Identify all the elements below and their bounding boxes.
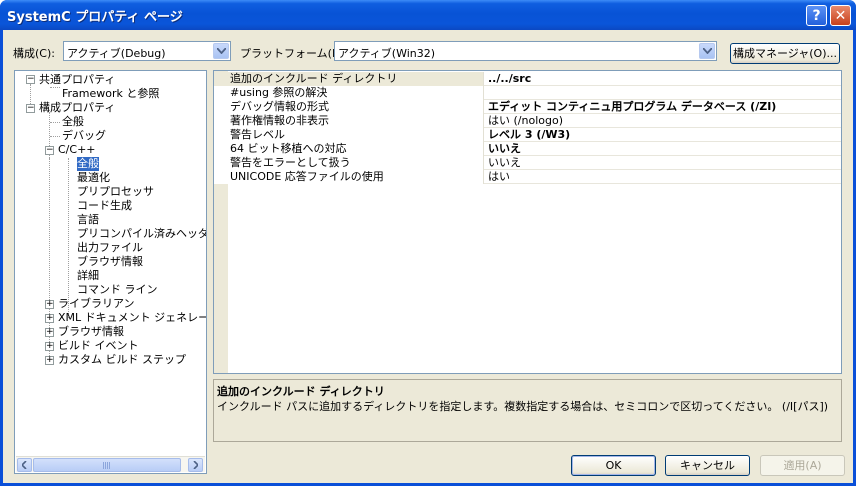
property-name: #using 参照の解決 [214, 86, 484, 100]
property-name: 64 ビット移植への対応 [214, 142, 484, 156]
scroll-left-button[interactable] [17, 458, 32, 472]
property-row[interactable]: 警告をエラーとして扱う いいえ [214, 156, 841, 170]
property-row[interactable]: 追加のインクルード ディレクトリ ../../src [214, 72, 841, 86]
tree-item-cpp[interactable]: C/C++ [58, 143, 96, 157]
property-row[interactable]: #using 参照の解決 [214, 86, 841, 100]
property-value[interactable]: エディット コンティニュ用プログラム データベース (/ZI) [486, 100, 841, 114]
dialog-client-area: 構成(C): アクティブ(Debug) プラットフォーム(P): アクティブ(W… [3, 30, 853, 483]
tree-item-advanced[interactable]: 詳細 [77, 269, 99, 283]
tree-horizontal-scrollbar[interactable] [16, 456, 205, 472]
description-title: 追加のインクルード ディレクトリ [217, 385, 385, 398]
apply-button[interactable]: 適用(A) [760, 455, 845, 476]
expand-icon[interactable]: + [45, 300, 54, 309]
chevron-right-icon [193, 461, 198, 469]
description-body: インクルード パスに追加するディレクトリを指定します。複数指定する場合は、セミコ… [217, 400, 829, 413]
expand-icon[interactable]: + [45, 328, 54, 337]
tree-item-xml-doc-generator[interactable]: XML ドキュメント ジェネレータ [58, 311, 206, 325]
property-value[interactable]: レベル 3 (/W3) [486, 128, 841, 142]
configuration-manager-button[interactable]: 構成マネージャ(O)... [730, 43, 840, 64]
property-name: 著作権情報の非表示 [214, 114, 484, 128]
tree-item-optimization[interactable]: 最適化 [77, 171, 110, 185]
scroll-right-button[interactable] [188, 458, 203, 472]
property-name: デバッグ情報の形式 [214, 100, 484, 114]
chevron-left-icon [22, 461, 27, 469]
collapse-icon[interactable]: − [26, 104, 35, 113]
tree-item-framework[interactable]: Framework と参照 [62, 87, 159, 101]
tree-item-language[interactable]: 言語 [77, 213, 99, 227]
tree-item-cpp-general[interactable]: 全般 [77, 157, 99, 171]
expand-icon[interactable]: + [45, 314, 54, 323]
tree-item-command-line[interactable]: コマンド ライン [77, 283, 158, 297]
category-tree[interactable]: − 共通プロパティ Framework と参照 − 構成プロパティ 全般 デバッ… [14, 70, 207, 474]
property-name: 警告をエラーとして扱う [214, 156, 484, 170]
window-title: SystemC プロパティ ページ [7, 10, 183, 25]
property-row[interactable]: 64 ビット移植への対応 いいえ [214, 142, 841, 156]
property-row[interactable]: 警告レベル レベル 3 (/W3) [214, 128, 841, 142]
chevron-down-icon[interactable] [213, 43, 229, 59]
help-icon: ? [812, 7, 821, 24]
property-pages-window: SystemC プロパティ ページ ? ✕ 構成(C): アクティブ(Debug… [0, 0, 856, 486]
configuration-label: 構成(C): [13, 47, 55, 60]
tree-item-custom-build-step[interactable]: カスタム ビルド ステップ [58, 353, 186, 367]
ok-button[interactable]: OK [571, 455, 656, 476]
tree-item-preprocessor[interactable]: プリプロセッサ [77, 185, 154, 199]
tree-item-output-files[interactable]: 出力ファイル [77, 241, 143, 255]
tree-item-common-properties[interactable]: 共通プロパティ [39, 73, 115, 87]
property-name: UNICODE 応答ファイルの使用 [214, 170, 484, 184]
configuration-value: アクティブ(Debug) [67, 47, 166, 60]
tree-item-code-generation[interactable]: コード生成 [77, 199, 132, 213]
description-panel: 追加のインクルード ディレクトリ インクルード パスに追加するディレクトリを指定… [213, 379, 842, 442]
expand-icon[interactable]: + [45, 342, 54, 351]
property-name: 警告レベル [214, 128, 484, 142]
property-value[interactable]: いいえ [486, 156, 841, 170]
tree-item-build-events[interactable]: ビルド イベント [58, 339, 139, 353]
configuration-combo[interactable]: アクティブ(Debug) [63, 41, 231, 61]
property-row[interactable]: UNICODE 応答ファイルの使用 はい [214, 170, 841, 184]
platform-combo[interactable]: アクティブ(Win32) [334, 41, 717, 61]
tree-item-browse-information-2[interactable]: ブラウザ情報 [58, 325, 124, 339]
close-button[interactable]: ✕ [830, 5, 851, 26]
property-value[interactable]: ../../src [486, 72, 841, 86]
tree-item-configuration-properties[interactable]: 構成プロパティ [39, 101, 115, 115]
property-value[interactable] [486, 86, 841, 100]
collapse-icon[interactable]: − [26, 75, 35, 84]
property-row[interactable]: デバッグ情報の形式 エディット コンティニュ用プログラム データベース (/ZI… [214, 100, 841, 114]
platform-value: アクティブ(Win32) [338, 47, 436, 60]
expand-icon[interactable]: + [45, 356, 54, 365]
property-row[interactable]: 著作権情報の非表示 はい (/nologo) [214, 114, 841, 128]
collapse-icon[interactable]: − [45, 146, 54, 155]
tree-item-browse-information[interactable]: ブラウザ情報 [77, 255, 143, 269]
close-icon: ✕ [834, 7, 847, 24]
tree-item-librarian[interactable]: ライブラリアン [58, 297, 135, 311]
chevron-down-icon[interactable] [699, 43, 715, 59]
cancel-button[interactable]: キャンセル [665, 455, 750, 476]
help-button[interactable]: ? [806, 5, 827, 26]
scroll-thumb[interactable] [33, 458, 181, 472]
property-value[interactable]: はい (/nologo) [486, 114, 841, 128]
property-value[interactable]: はい [486, 170, 841, 184]
title-bar[interactable]: SystemC プロパティ ページ ? ✕ [0, 0, 856, 30]
tree-item-debugging[interactable]: デバッグ [62, 129, 106, 143]
tree-item-precompiled-headers[interactable]: プリコンパイル済みヘッダー [77, 227, 206, 241]
property-grid[interactable]: 追加のインクルード ディレクトリ ../../src #using 参照の解決 … [213, 70, 842, 374]
property-name: 追加のインクルード ディレクトリ [214, 72, 484, 86]
tree-item-general[interactable]: 全般 [62, 115, 84, 129]
platform-label: プラットフォーム(P): [240, 47, 347, 60]
property-value[interactable]: いいえ [486, 142, 841, 156]
